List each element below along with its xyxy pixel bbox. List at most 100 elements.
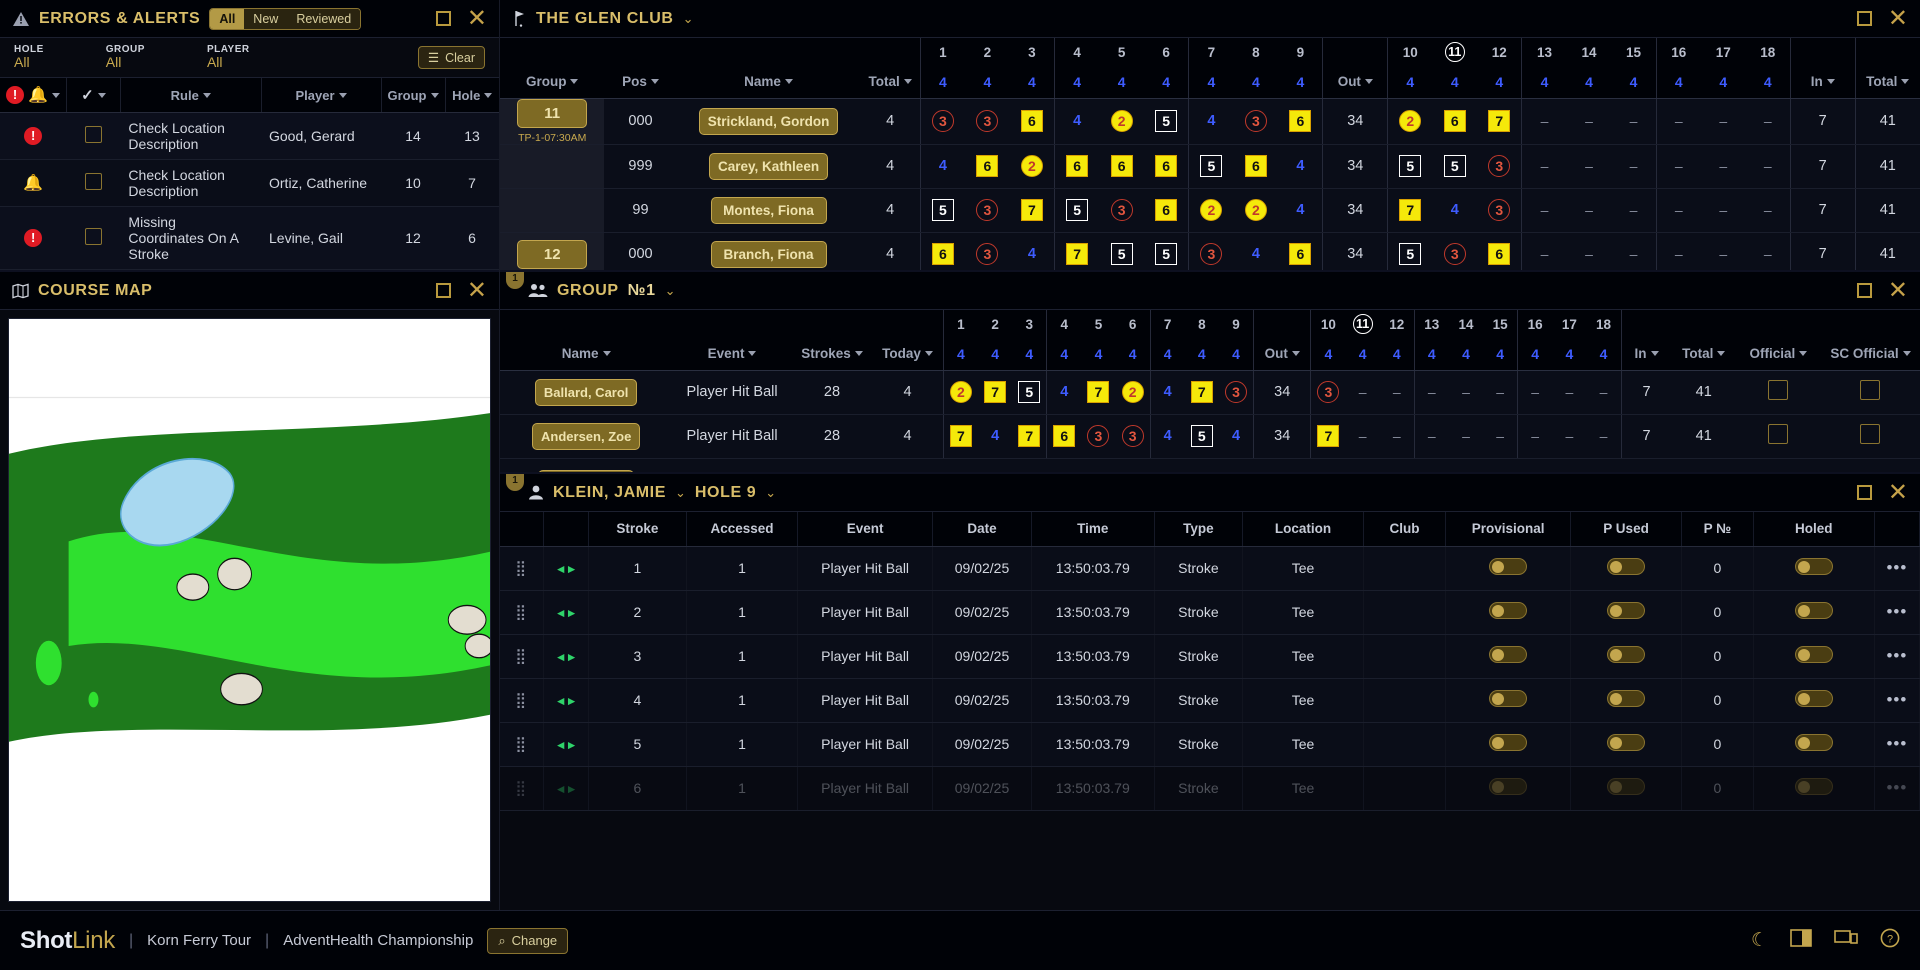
table-row[interactable]: ! Check Location Description Good, Gerar… [0,112,499,160]
score-cell[interactable]: 3 [1432,232,1478,270]
hole-header[interactable]: 14 [1566,38,1612,66]
score-cell[interactable]: 6 [1053,144,1100,189]
hole-header[interactable]: 12 [1379,310,1415,338]
score-cell[interactable]: 3 [964,188,1010,233]
layout-icon[interactable] [1790,928,1812,953]
score-badge-white-square[interactable]: 5 [1110,243,1133,265]
col-location[interactable]: Location [1242,512,1365,547]
hole-header[interactable]: 10 [1387,38,1433,66]
score-cell[interactable]: 34 [1252,370,1311,415]
col-name[interactable]: Name [500,338,673,371]
score-cell[interactable]: 2 [1233,188,1279,233]
help-icon[interactable]: ? [1880,928,1900,954]
score-cell[interactable]: 6 [1046,414,1082,459]
table-row[interactable]: ⣿ ◄► 6 1 Player Hit Ball 09/02/25 13:50:03.79 S… [500,766,1920,811]
col-group[interactable]: Group [500,66,605,99]
score-cell[interactable]: 5 [1184,414,1220,459]
score-cell[interactable]: – [1745,144,1791,189]
hole-header[interactable]: 15 [1483,310,1518,338]
hole-header[interactable]: 18 [1586,310,1622,338]
row-sc-official[interactable] [1820,370,1920,415]
col-sc-official[interactable]: SC Official [1820,338,1920,371]
col-player[interactable]: Player [261,78,382,113]
score-cell[interactable]: 6 [919,232,965,270]
row-drag-handle[interactable]: ⣿ [500,546,544,591]
score-badge-red-circle[interactable]: 3 [1244,110,1267,132]
monitor-icon[interactable] [1834,929,1858,953]
row-p-used-toggle[interactable] [1570,678,1682,723]
col-p-used[interactable]: P Used [1570,512,1682,547]
checkbox-icon[interactable] [84,126,102,143]
score-badge-red-circle[interactable]: 3 [976,199,999,221]
score-badge-red-circle[interactable]: 3 [931,110,954,132]
row-menu[interactable]: ••• [1874,766,1920,811]
score-cell[interactable]: 4 [1278,188,1323,233]
segment-all[interactable]: All [210,8,245,29]
score-badge-yellow-square[interactable]: 6 [976,155,999,177]
score-cell[interactable]: 7 [1009,188,1055,233]
score-cell[interactable]: 7 [1012,414,1047,459]
score-badge-yellow-circle[interactable]: 2 [1121,381,1144,403]
row-name[interactable]: Montes, Fiona [676,188,861,233]
hole-header[interactable]: 13 [1413,310,1449,338]
hole-header[interactable]: 3 [1009,38,1055,66]
score-cell[interactable]: 7 [1081,370,1116,415]
score-cell[interactable]: 34 [1252,414,1311,459]
score-badge-white-square[interactable]: 5 [1399,243,1422,265]
score-cell[interactable]: 4 [1009,232,1055,270]
row-menu[interactable]: ••• [1874,722,1920,767]
score-badge-red-circle[interactable]: 3 [1087,425,1110,447]
row-drag-handle[interactable]: ⣿ [500,678,544,723]
table-row[interactable]: ⣿ ◄► 4 1 Player Hit Ball 09/02/25 13:50:03.79 S… [500,678,1920,723]
score-cell[interactable]: 6 [1278,98,1323,145]
row-drag-handle[interactable]: ⣿ [500,722,544,767]
hole-header-current[interactable]: 11 [1432,38,1478,66]
row-expand-toggle[interactable]: ◄► [543,590,589,635]
score-cell[interactable]: – [1345,370,1380,415]
score-par[interactable]: 4 [1073,113,1081,129]
score-cell[interactable]: 4 [1233,232,1279,270]
table-row[interactable]: 11 TP-1-07:30AM 000 Strickland, Gordon 4 3 3 6 4… [500,98,1920,145]
table-row[interactable]: Andersen, Zoe Player Hit Ball 28 4 7 4 7 6 3 3 4 5 4… [500,414,1920,459]
score-cell[interactable]: 41 [1854,188,1920,233]
score-cell[interactable]: 5 [919,188,965,233]
score-cell[interactable]: 3 [919,98,965,145]
score-badge-yellow-square[interactable]: 6 [1110,155,1133,177]
score-cell[interactable]: – [1448,370,1484,415]
col-reviewed[interactable]: ✓ [66,78,121,113]
score-cell[interactable]: 4 [1053,98,1100,145]
score-badge-yellow-square[interactable]: 7 [1317,425,1340,447]
score-badge-yellow-circle[interactable]: 2 [1399,110,1422,132]
score-badge-white-square[interactable]: 5 [931,199,954,221]
col-strokes[interactable]: Strokes [791,338,873,371]
hole-header[interactable]: 6 [1143,38,1189,66]
score-cell[interactable]: 5 [1387,144,1433,189]
score-cell[interactable]: 2 [1099,98,1144,145]
score-cell[interactable]: – [1517,370,1553,415]
score-badge-red-circle[interactable]: 3 [1225,381,1248,403]
filter-player[interactable]: PLAYER All [207,44,250,70]
hole-header[interactable]: 6 [1115,310,1151,338]
score-cell[interactable]: 6 [1233,144,1279,189]
score-cell[interactable]: – [1379,414,1415,459]
score-par[interactable]: 4 [939,158,947,174]
row-provisional-toggle[interactable] [1445,546,1572,591]
score-badge-yellow-circle[interactable]: 2 [949,381,972,403]
hole-header[interactable]: 3 [1012,310,1047,338]
col-stroke[interactable]: Stroke [588,512,688,547]
score-par[interactable]: 4 [1252,246,1260,262]
row-group[interactable] [500,188,605,233]
table-row[interactable]: ! Missing Coordinates On A Stroke Levine… [0,206,499,270]
score-cell[interactable]: 2 [1188,188,1234,233]
maximize-icon[interactable] [1856,485,1872,500]
table-row[interactable]: Ballard, Carol Player Hit Ball 28 4 2 7 5 4 7 2 4 7… [500,370,1920,415]
score-cell[interactable]: 6 [1099,144,1144,189]
chevron-down-icon[interactable]: ⌄ [765,485,776,501]
score-cell[interactable]: 7 [1789,98,1856,145]
score-badge-yellow-square[interactable]: 7 [1066,243,1089,265]
hole-header[interactable]: 1 [919,38,965,66]
score-cell[interactable]: 4 [919,144,965,189]
col-total[interactable]: Total [1854,66,1920,99]
table-row-partial[interactable] [500,458,1920,472]
score-cell[interactable]: 6 [1143,144,1189,189]
